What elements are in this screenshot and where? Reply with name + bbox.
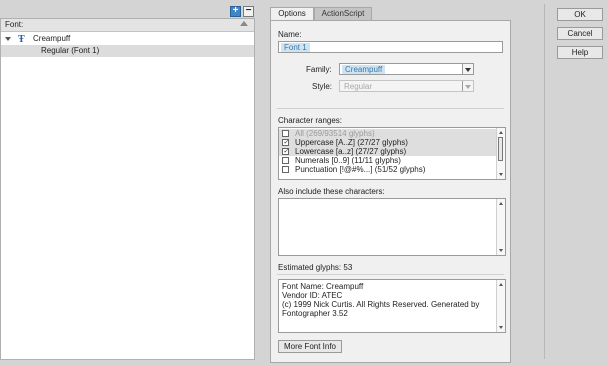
character-ranges-label: Character ranges: — [278, 116, 343, 125]
font-icon: Ŧ — [18, 34, 25, 45]
range-item-numerals[interactable]: Numerals [0..9] (11/11 glyphs) — [279, 156, 497, 165]
dropdown-arrow-icon — [462, 81, 473, 91]
estimated-glyphs: Estimated glyphs: 53 — [278, 263, 353, 272]
expand-triangle-icon[interactable] — [5, 37, 11, 41]
remove-font-button[interactable]: − — [243, 6, 254, 17]
tree-item-font-family[interactable]: Ŧ Creampuff — [1, 33, 254, 45]
include-scrollbar[interactable] — [496, 199, 505, 255]
tree-item-font-style[interactable]: Regular (Font 1) — [1, 45, 254, 57]
font-tree-panel: Font: Ŧ Creampuff Regular (Font 1) — [0, 18, 255, 360]
scroll-down-icon[interactable] — [499, 173, 503, 176]
scroll-up-icon[interactable] — [499, 131, 503, 134]
ranges-scrollbar[interactable] — [496, 128, 505, 179]
range-item-uppercase[interactable]: ✓ Uppercase [A..Z] (27/27 glyphs) — [279, 138, 497, 147]
range-label: Uppercase [A..Z] (27/27 glyphs) — [295, 138, 408, 147]
divider — [277, 274, 504, 275]
tree-header-label: Font: — [5, 20, 24, 29]
name-value: Font 1 — [281, 43, 310, 52]
add-font-button[interactable]: + — [230, 6, 241, 17]
options-panel: Name: Font 1 Family: Creampuff Style: Re… — [270, 20, 511, 363]
tree-item-label: Regular (Font 1) — [41, 46, 100, 55]
tree-header: Font: — [1, 19, 254, 32]
name-label: Name: — [278, 30, 302, 39]
scroll-up-icon[interactable] — [499, 202, 503, 205]
range-item-lowercase[interactable]: ✓ Lowercase [a..z] (27/27 glyphs) — [279, 147, 497, 156]
range-label: All (269/93514 glyphs) — [295, 129, 375, 138]
family-label: Family: — [306, 65, 332, 74]
style-select[interactable]: Regular — [339, 80, 474, 92]
tab-actionscript[interactable]: ActionScript — [314, 7, 372, 20]
font-info-scrollbar[interactable] — [496, 280, 505, 332]
name-input[interactable]: Font 1 — [278, 41, 503, 53]
tree-item-label: Creampuff — [33, 34, 71, 43]
range-item-all[interactable]: All (269/93514 glyphs) — [279, 129, 497, 138]
range-label: Lowercase [a..z] (27/27 glyphs) — [295, 147, 407, 156]
help-button[interactable]: Help — [557, 46, 603, 59]
cancel-button[interactable]: Cancel — [557, 27, 603, 40]
more-font-info-button[interactable]: More Font Info — [278, 340, 342, 353]
tab-options[interactable]: Options — [270, 7, 314, 20]
vertical-separator — [544, 4, 545, 359]
range-label: Numerals [0..9] (11/11 glyphs) — [295, 156, 401, 165]
dropdown-arrow-icon — [462, 64, 473, 74]
family-select[interactable]: Creampuff — [339, 63, 474, 75]
range-item-punctuation[interactable]: Punctuation [!@#%...] (51/52 glyphs) — [279, 165, 497, 174]
checkbox[interactable] — [282, 157, 289, 164]
range-label: Punctuation [!@#%...] (51/52 glyphs) — [295, 165, 426, 174]
style-value: Regular — [344, 82, 373, 91]
scroll-down-icon[interactable] — [499, 326, 503, 329]
checkbox[interactable] — [282, 166, 289, 173]
divider — [277, 108, 504, 109]
font-info-text: Font Name: Creampuff Vendor ID: ATEC (c)… — [282, 282, 480, 318]
style-label: Style: — [312, 82, 333, 91]
character-ranges-list[interactable]: All (269/93514 glyphs) ✓ Uppercase [A..Z… — [278, 127, 506, 180]
family-value: Creampuff — [342, 65, 386, 74]
scroll-up-icon[interactable] — [499, 283, 503, 286]
checkbox-checked-icon[interactable]: ✓ — [282, 139, 289, 146]
checkbox-checked-icon[interactable]: ✓ — [282, 148, 289, 155]
checkbox[interactable] — [282, 130, 289, 137]
include-characters-input[interactable] — [278, 198, 506, 256]
font-info-textarea[interactable]: Font Name: Creampuff Vendor ID: ATEC (c)… — [278, 279, 506, 333]
include-characters-label: Also include these characters: — [278, 187, 385, 196]
scroll-down-icon[interactable] — [499, 249, 503, 252]
sort-arrow-icon[interactable] — [240, 21, 248, 26]
ok-button[interactable]: OK — [557, 8, 603, 21]
scroll-thumb[interactable] — [498, 137, 503, 161]
